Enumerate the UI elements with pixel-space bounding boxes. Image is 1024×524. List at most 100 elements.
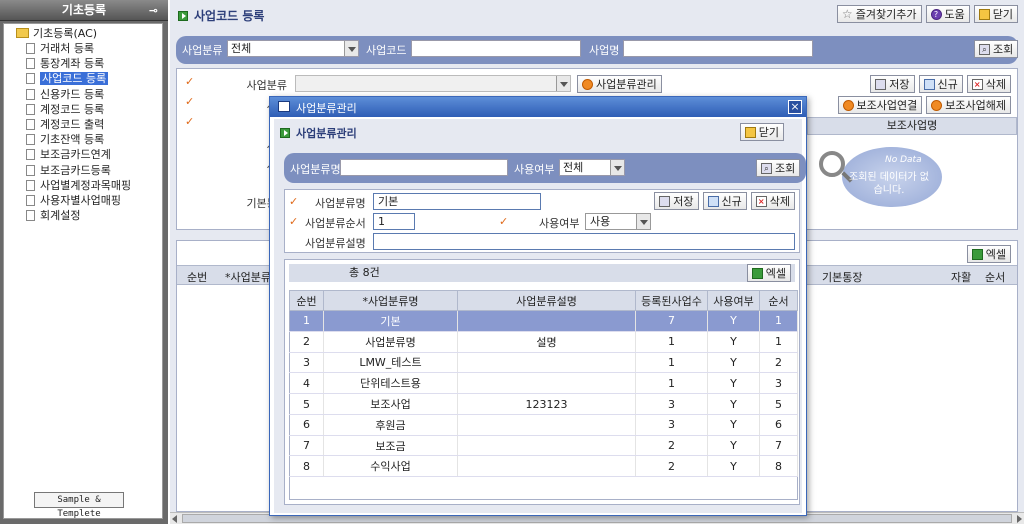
dialog-close-button[interactable]: 닫기 bbox=[739, 123, 784, 141]
grid-col-header[interactable]: 사용여부 bbox=[707, 290, 760, 311]
dialog-excel-button[interactable]: 엑셀 bbox=[746, 264, 791, 282]
use-select[interactable]: 사용 bbox=[585, 213, 651, 230]
tree-item[interactable]: 계정코드 등록 bbox=[4, 102, 162, 117]
minus-icon bbox=[931, 99, 943, 111]
document-icon bbox=[26, 58, 35, 70]
add-favorite-button[interactable]: ☆ 즐겨찾기추가 bbox=[836, 5, 922, 23]
grid-cell: 3 bbox=[759, 372, 798, 395]
excel-label: 엑셀 bbox=[985, 248, 1006, 261]
tree-item[interactable]: 사업별계정과목매핑 bbox=[4, 178, 162, 193]
col-header[interactable]: 기본통장 bbox=[822, 269, 862, 285]
grid-col-header[interactable]: 순서 bbox=[759, 290, 798, 311]
name-input[interactable] bbox=[623, 40, 813, 57]
tree-item[interactable]: 보조금카드연계 bbox=[4, 147, 162, 162]
grid-row[interactable]: 3 LMW_테스트 1 Y 2 bbox=[289, 352, 798, 374]
close-icon[interactable]: × bbox=[788, 100, 802, 114]
dialog-save-button[interactable]: 저장 bbox=[654, 192, 699, 210]
tree-item[interactable]: 사용자별사업매핑 bbox=[4, 193, 162, 208]
pin-icon[interactable]: ⊸ bbox=[149, 0, 158, 21]
category-name-input[interactable]: 기본 bbox=[373, 193, 541, 210]
save-button[interactable]: 저장 bbox=[870, 75, 915, 93]
category-desc-input[interactable] bbox=[373, 233, 795, 250]
grid-cell bbox=[457, 414, 636, 436]
required-check-icon: ✓ bbox=[289, 215, 299, 228]
sub-business-header: 보조사업명 bbox=[807, 117, 1017, 135]
col-header[interactable]: 순번 bbox=[187, 269, 207, 285]
grid-cell: 보조금 bbox=[323, 435, 458, 457]
grid-row[interactable]: 6 후원금 3 Y 6 bbox=[289, 414, 798, 436]
category-order-input[interactable]: 1 bbox=[373, 213, 415, 230]
tree-item[interactable]: 신용카드 등록 bbox=[4, 87, 162, 102]
arrow-icon bbox=[280, 128, 290, 138]
grid-col-header[interactable]: 순번 bbox=[289, 290, 324, 311]
col-header[interactable]: 자활 bbox=[951, 269, 971, 285]
grid-col-header[interactable]: 사업분류설명 bbox=[457, 290, 636, 311]
dialog-delete-button[interactable]: × 삭제 bbox=[750, 192, 795, 210]
grid-col-header[interactable]: 등록된사업수 bbox=[635, 290, 708, 311]
col-header[interactable]: 순서 bbox=[985, 269, 1005, 285]
dialog-search-use-select[interactable]: 전체 bbox=[559, 159, 625, 176]
tree-item[interactable]: 기초잔액 등록 bbox=[4, 132, 162, 147]
category-select[interactable]: 전체 bbox=[227, 40, 359, 57]
grid-cell: 1 bbox=[289, 310, 324, 332]
top-buttons: ☆ 즐겨찾기추가 ? 도움 닫기 bbox=[836, 5, 1018, 23]
help-button[interactable]: ? 도움 bbox=[925, 5, 970, 23]
search-icon: ⌕ bbox=[761, 162, 772, 174]
sample-template-button[interactable]: Sample & Templete bbox=[34, 492, 124, 519]
tree-item[interactable]: 사업코드 등록 bbox=[4, 71, 162, 86]
grid-row[interactable]: 1 기본 7 Y 1 bbox=[289, 310, 798, 332]
top-bar: 사업코드 등록 ☆ 즐겨찾기추가 ? 도움 닫기 bbox=[170, 0, 1024, 30]
unlink-sub-business-button[interactable]: 보조사업해제 bbox=[926, 96, 1011, 114]
scroll-right-icon[interactable] bbox=[1017, 515, 1022, 523]
tree-item-label: 사업별계정과목매핑 bbox=[40, 178, 132, 192]
grid-col-header[interactable]: *사업분류명 bbox=[323, 290, 458, 311]
tree-item[interactable]: 통장계좌 등록 bbox=[4, 56, 162, 71]
business-category-select[interactable] bbox=[295, 75, 571, 92]
category-label: 사업분류 bbox=[182, 44, 223, 57]
grid-row[interactable]: 4 단위테스트용 1 Y 3 bbox=[289, 372, 798, 395]
page-title-text: 사업코드 등록 bbox=[194, 9, 265, 23]
dialog-body: 사업분류관리 닫기 사업분류명 사용여부 전체 ⌕ 조회 ✓ 사업분류명 기본 저… bbox=[274, 119, 806, 513]
arrow-icon bbox=[178, 11, 188, 21]
tree-root[interactable]: 기초등록(AC) bbox=[4, 26, 162, 41]
tree-item[interactable]: 회계설정 bbox=[4, 208, 162, 223]
delete-button[interactable]: × 삭제 bbox=[966, 75, 1011, 93]
tree-item-label: 보조금카드연계 bbox=[40, 148, 111, 162]
grid-cell: 보조사업 bbox=[323, 393, 458, 415]
close-page-button[interactable]: 닫기 bbox=[973, 5, 1018, 23]
category-select-value: 전체 bbox=[231, 42, 252, 55]
excel-button[interactable]: 엑셀 bbox=[966, 245, 1011, 263]
tree-item[interactable]: 보조금카드등록 bbox=[4, 163, 162, 178]
grid-row[interactable]: 5 보조사업 123123 3 Y 5 bbox=[289, 393, 798, 415]
tree-item[interactable]: 거래처 등록 bbox=[4, 41, 162, 56]
grid-cell: 사업분류명 bbox=[323, 331, 458, 353]
tree-item[interactable]: 계정코드 출력 bbox=[4, 117, 162, 132]
grid-row[interactable]: 8 수익사업 2 Y 8 bbox=[289, 455, 798, 478]
new-button[interactable]: 신규 bbox=[918, 75, 963, 93]
dialog-new-label: 신규 bbox=[721, 195, 742, 208]
code-input[interactable] bbox=[411, 40, 581, 57]
grid-row[interactable]: 2 사업분류명 설명 1 Y 1 bbox=[289, 331, 798, 353]
document-icon bbox=[26, 194, 35, 206]
dialog-titlebar[interactable]: 사업분류관리 × bbox=[270, 97, 806, 117]
grid-cell: 3 bbox=[635, 414, 708, 436]
search-button[interactable]: ⌕ 조회 bbox=[974, 40, 1019, 58]
dialog-form-actions: 저장 신규 × 삭제 bbox=[654, 192, 795, 210]
grid-row[interactable]: 7 보조금 2 Y 7 bbox=[289, 435, 798, 457]
excel-icon bbox=[971, 248, 983, 260]
detail-row: ✓ 사업분류 bbox=[185, 75, 295, 93]
scroll-left-icon[interactable] bbox=[172, 515, 177, 523]
no-data-message: 조회된 데이터가 없습니다. bbox=[849, 172, 929, 196]
link-sub-business-button[interactable]: 보조사업연결 bbox=[837, 96, 923, 114]
save-icon bbox=[875, 78, 887, 90]
grid-cell: 123123 bbox=[457, 393, 636, 415]
dialog-search-name-input[interactable] bbox=[340, 159, 508, 176]
grid-cell: 1 bbox=[635, 331, 708, 353]
dialog-search-button[interactable]: ⌕ 조회 bbox=[756, 159, 801, 177]
dialog-search-button-label: 조회 bbox=[775, 162, 796, 175]
grid-cell: 설명 bbox=[457, 331, 636, 353]
dialog-new-button[interactable]: 신규 bbox=[702, 192, 747, 210]
col-header[interactable]: *사업분류 bbox=[225, 269, 271, 285]
category-manage-button[interactable]: 사업분류관리 bbox=[577, 75, 662, 93]
document-icon bbox=[26, 179, 35, 191]
